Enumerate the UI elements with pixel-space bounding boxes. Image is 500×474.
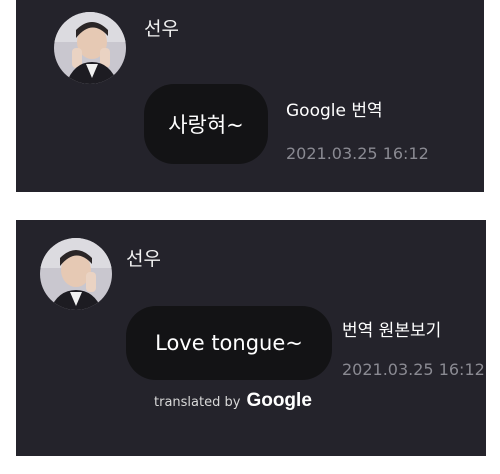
avatar-photo [54,12,126,84]
view-original-button[interactable]: 번역 원본보기 [342,316,441,341]
avatar[interactable] [40,238,112,310]
google-translate-button[interactable]: Google 번역 [286,96,383,121]
translation-credit: translated by Google [154,390,312,412]
message-timestamp: 2021.03.25 16:12 [342,360,485,379]
avatar[interactable] [54,12,126,84]
google-logo: Google [246,390,312,411]
chat-panel-translated: 선우 Love tongue~ 번역 원본보기 2021.03.25 16:12… [16,220,486,456]
message-bubble[interactable]: Love tongue~ [126,306,332,380]
chat-panel-original: 선우 사랑혀~ Google 번역 2021.03.25 16:12 [16,0,484,192]
sender-name: 선우 [126,248,161,270]
message-timestamp: 2021.03.25 16:12 [286,144,429,163]
message-bubble[interactable]: 사랑혀~ [144,84,268,164]
avatar-photo [40,238,112,310]
credit-prefix: translated by [154,395,241,410]
sender-name: 선우 [144,18,179,40]
